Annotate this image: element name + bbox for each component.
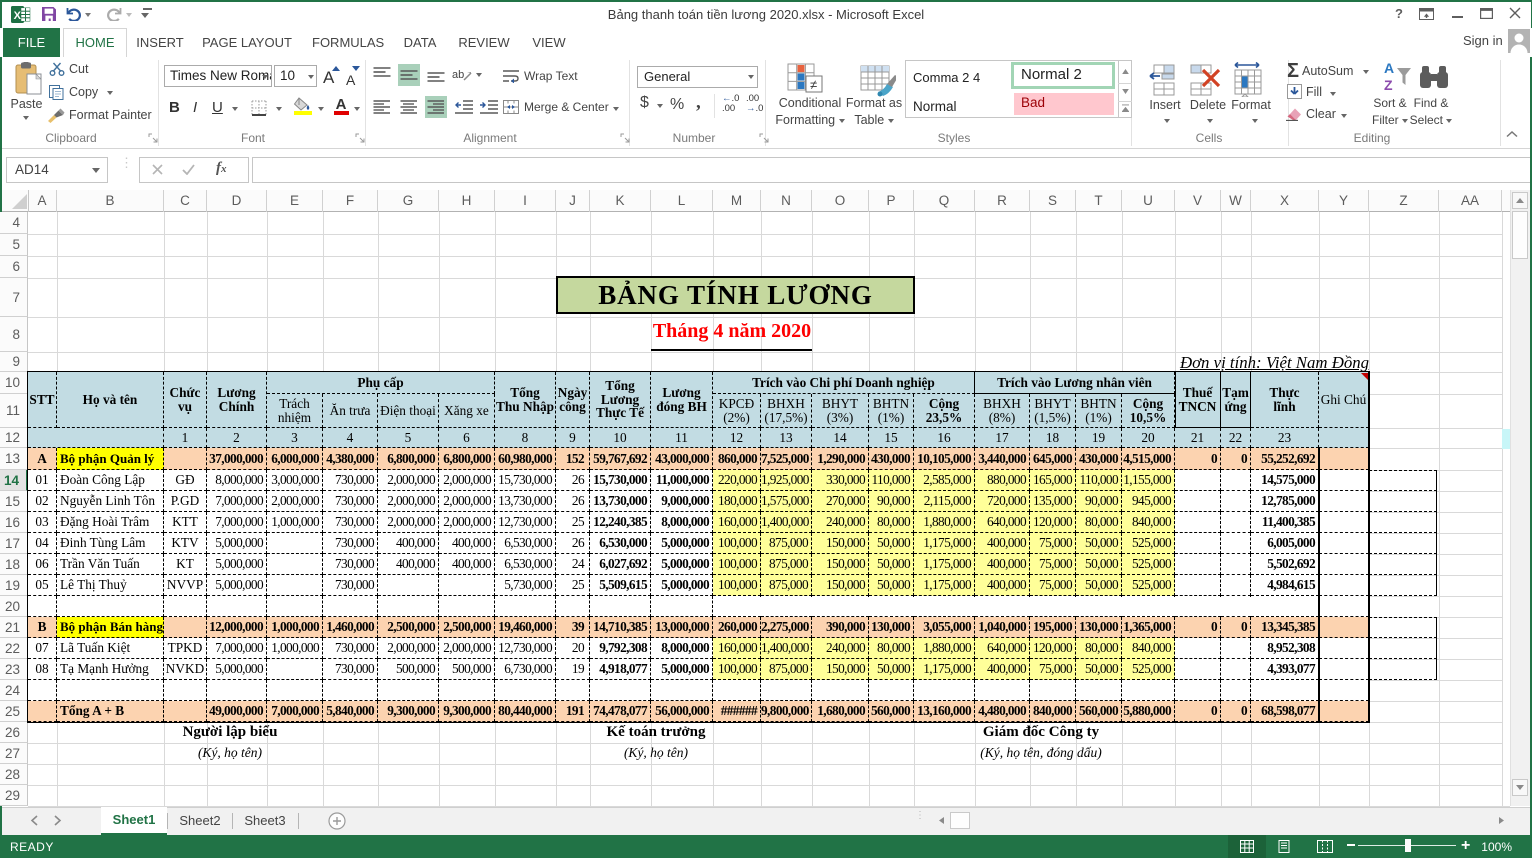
svg-text:ab: ab <box>452 69 464 81</box>
svg-text:X: X <box>14 10 22 22</box>
svg-text:Z: Z <box>1384 77 1393 93</box>
svg-text:≠: ≠ <box>810 77 817 92</box>
svg-text:A: A <box>1384 60 1394 76</box>
